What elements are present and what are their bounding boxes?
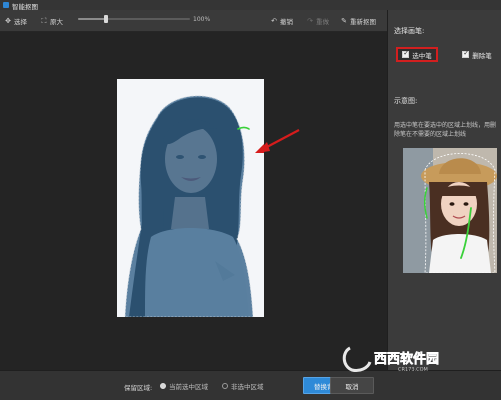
zoom-slider[interactable] (78, 15, 190, 23)
undo-button[interactable]: ↶ 撤销 (270, 16, 293, 26)
svg-text:西西软件园: 西西软件园 (374, 351, 439, 367)
editing-canvas[interactable] (0, 32, 387, 370)
keep-selected-label: 当前选中区域 (169, 383, 208, 391)
redo-label: 重做 (316, 18, 329, 26)
zoom-slider-thumb[interactable] (104, 15, 108, 23)
toolbar: ✥ 选择 ⛶ 原大 100% ↶ 撤销 ↷ 重做 ✎ 重新抠图 (0, 10, 387, 32)
example-heading: 示意图: (394, 97, 418, 105)
radio-empty-icon (222, 383, 228, 389)
photo-image (117, 79, 264, 317)
actual-size-label: 原大 (50, 18, 63, 26)
usage-hint: 用选中笔在要选中的区域上划线，用删除笔在不需要的区域上划线 (394, 122, 497, 138)
erase-brush-label: 删除笔 (472, 51, 492, 60)
title-bar: 智能抠图 (0, 0, 501, 11)
cancel-button[interactable]: 取消 (330, 377, 374, 394)
keep-area-label: 保留区域: (124, 384, 153, 392)
keep-selected-radio[interactable]: 当前选中区域 (160, 381, 208, 391)
redo-button[interactable]: ↷ 重做 (306, 16, 329, 26)
bottom-bar: 保留区域: 当前选中区域 非选中区域 替换背景 取消 (0, 370, 501, 400)
select-tool-label: 选择 (14, 18, 27, 26)
redraw-button[interactable]: ✎ 重新抠图 (340, 16, 376, 26)
actual-size-button[interactable]: ⛶ 原大 (40, 16, 63, 26)
undo-label: 撤销 (280, 18, 293, 26)
keep-unselected-radio[interactable]: 非选中区域 (222, 381, 264, 391)
select-brush-button[interactable]: ✓ 选中笔 (396, 47, 438, 62)
eraser-brush-icon: ✓ (462, 49, 470, 58)
brush-panel: 选择画笔: ✓ 选中笔 ✓ 删除笔 示意图: 用选中笔在要选中的区域上划线，用删… (387, 10, 501, 370)
brush-check-icon: ✓ (402, 49, 410, 58)
redo-icon: ↷ (307, 17, 313, 25)
example-image (403, 148, 497, 273)
brush-heading: 选择画笔: (394, 27, 425, 35)
redraw-label: 重新抠图 (350, 18, 376, 26)
select-brush-label: 选中笔 (412, 51, 432, 60)
annotation-arrow (257, 129, 300, 153)
example-photo (403, 148, 497, 273)
keep-unselected-label: 非选中区域 (231, 383, 264, 391)
radio-selected-icon (160, 383, 166, 389)
select-tool-button[interactable]: ✥ 选择 (4, 16, 27, 26)
zoom-value: 100% (193, 16, 211, 23)
brush-icon: ✎ (341, 17, 347, 25)
move-icon: ✥ (5, 17, 11, 25)
fit-icon: ⛶ (41, 17, 47, 25)
photo[interactable] (117, 79, 264, 317)
app-icon (3, 2, 9, 8)
zoom-slider-fill (78, 18, 106, 20)
svg-text:CR173.COM: CR173.COM (398, 367, 428, 373)
undo-icon: ↶ (271, 17, 277, 25)
watermark-logo: 西西软件园 CR173.COM (342, 346, 439, 373)
erase-brush-button[interactable]: ✓ 删除笔 (458, 47, 496, 62)
